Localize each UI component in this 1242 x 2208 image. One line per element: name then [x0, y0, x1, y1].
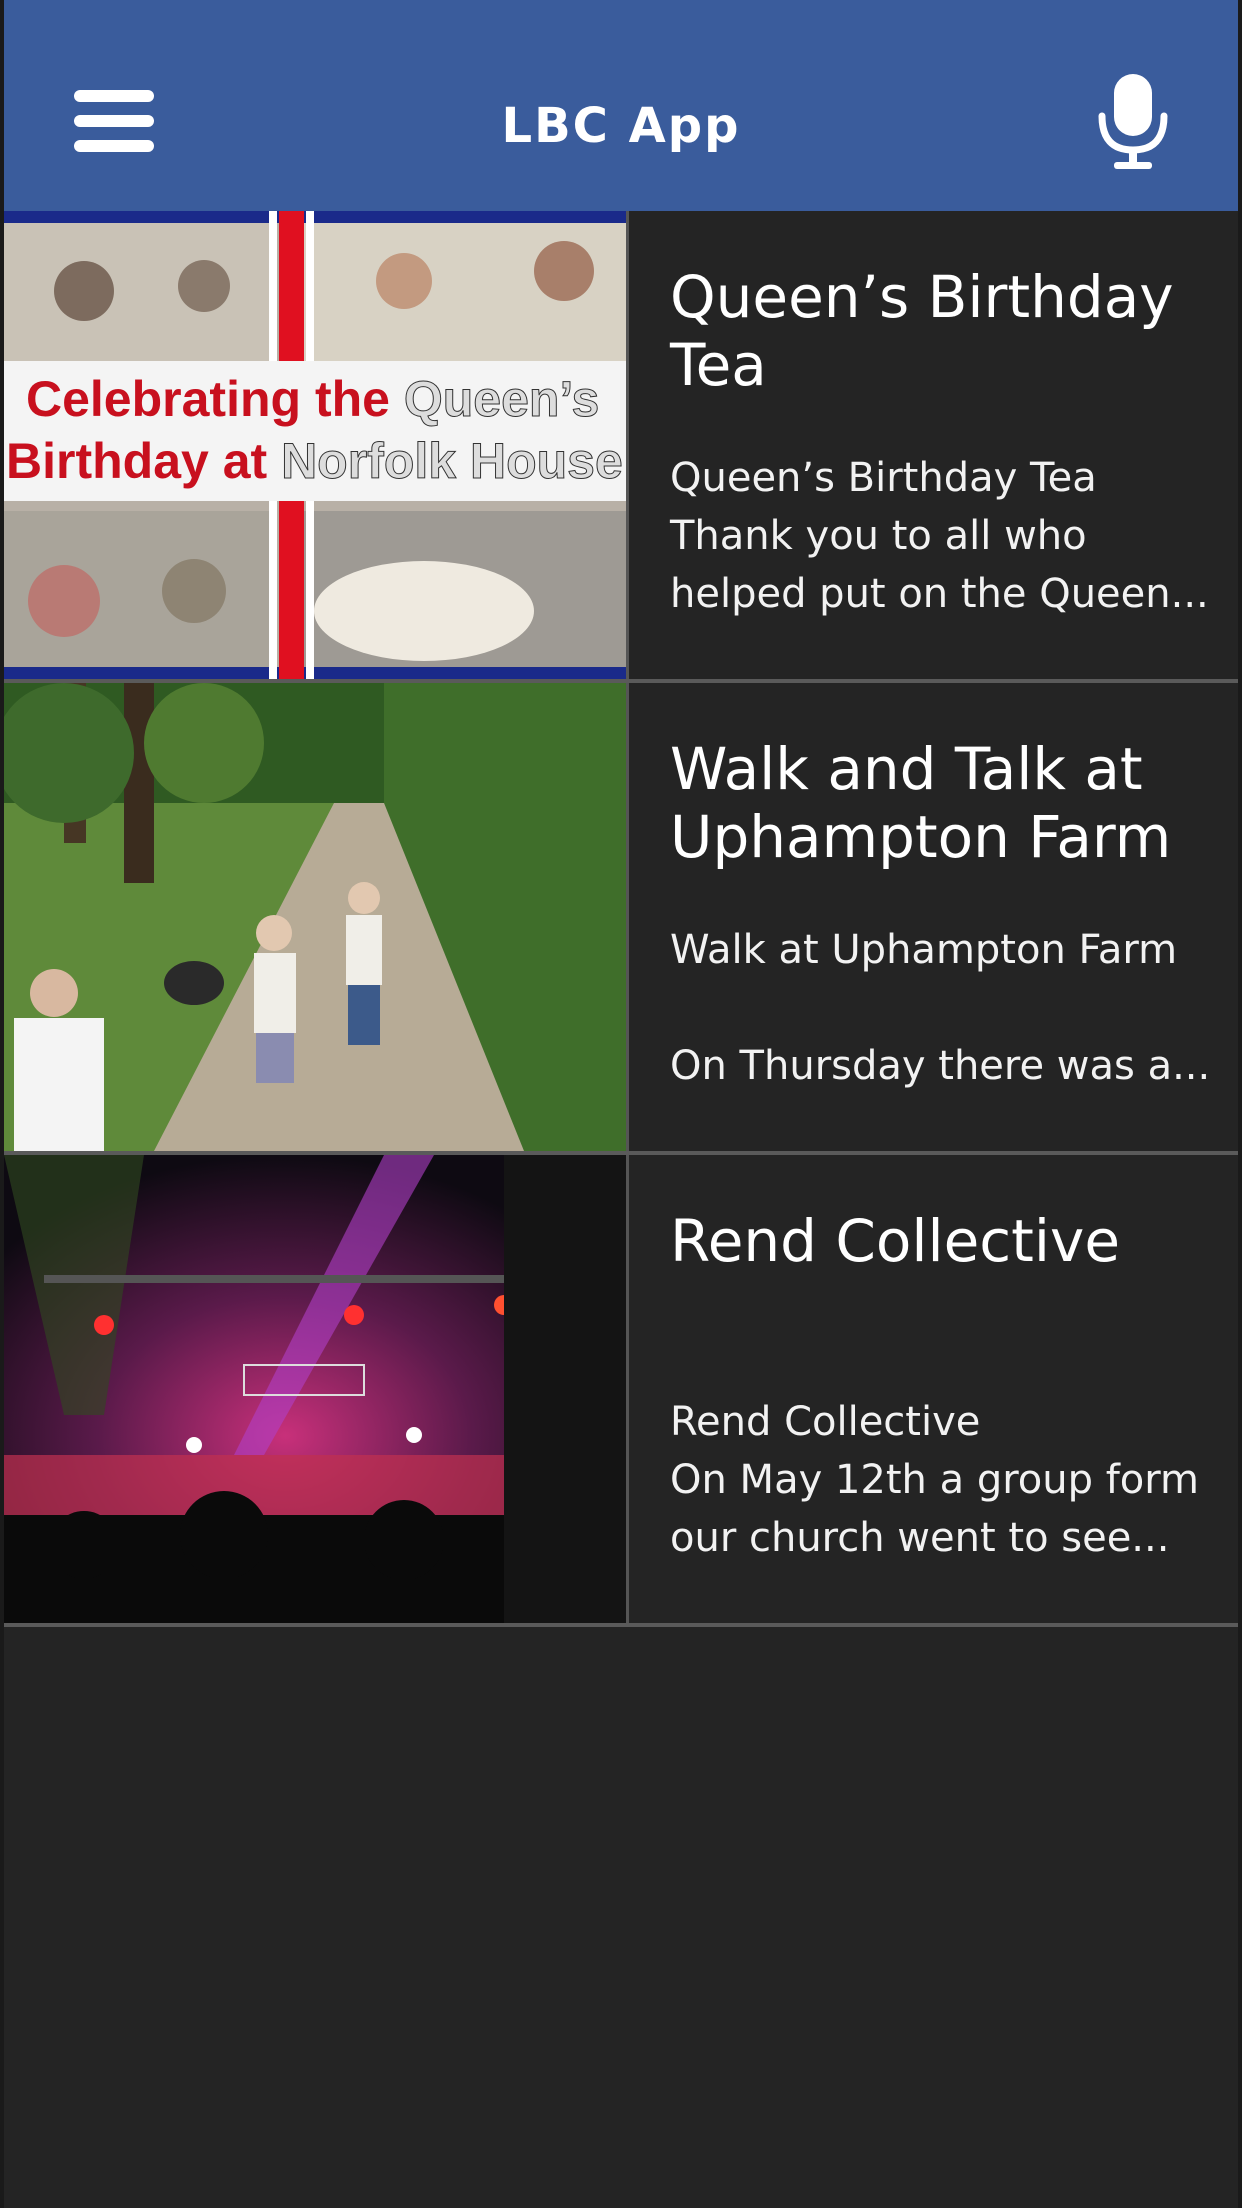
divider [4, 1623, 1238, 1627]
post-title: Rend Collective [670, 1207, 1121, 1275]
microphone-icon[interactable] [1094, 72, 1174, 172]
post-thumbnail [4, 1155, 629, 1623]
post-item-rend-collective[interactable]: Rend Collective Rend Collective On May 1… [4, 1155, 1238, 1627]
post-thumbnail [4, 683, 629, 1151]
app-header: LBC App [4, 0, 1238, 211]
thumbnail-caption: Celebrating the Queen’s Birthday at Norf… [6, 371, 623, 490]
post-excerpt: Walk at Uphampton Farm On Thursday there… [670, 927, 1211, 1089]
post-excerpt: Queen’s Birthday Tea Thank you to all wh… [670, 455, 1209, 617]
app-screen: LBC App Celebrating the Queen’s Birthday… [0, 0, 1242, 2208]
post-item-walk-and-talk[interactable]: Walk and Talk at Uphampton Farm Walk at … [4, 683, 1238, 1155]
post-excerpt: Rend Collective On May 12th a group form… [670, 1399, 1199, 1561]
post-thumbnail: Celebrating the Queen’s Birthday at Norf… [4, 211, 629, 679]
post-item-queens-birthday-tea[interactable]: Celebrating the Queen’s Birthday at Norf… [4, 211, 1238, 683]
page-title: LBC App [501, 98, 741, 154]
post-title: Walk and Talk at Uphampton Farm [670, 735, 1172, 871]
post-title: Queen’s Birthday Tea [670, 263, 1174, 399]
